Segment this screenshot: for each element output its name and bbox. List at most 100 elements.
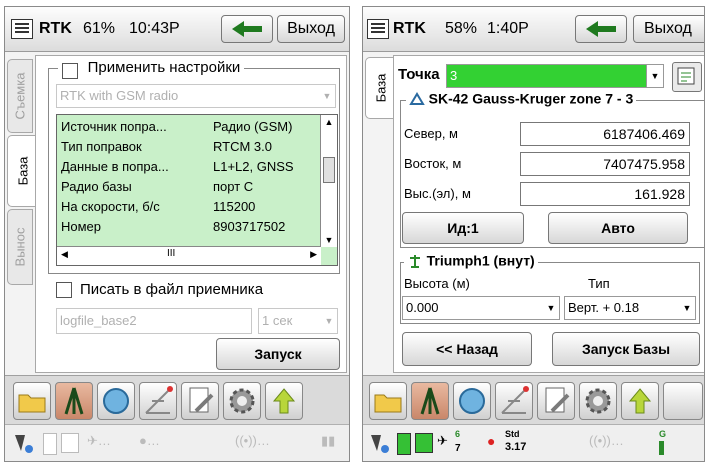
id-button[interactable]: Ид:1 xyxy=(402,212,524,244)
north-label: Север, м xyxy=(404,126,458,141)
help-icon[interactable] xyxy=(265,382,303,420)
logfile-input[interactable]: logfile_base2 xyxy=(56,308,252,334)
main-toolbar xyxy=(363,375,704,428)
edit-document-icon[interactable] xyxy=(537,382,575,420)
gear-icon[interactable] xyxy=(579,382,617,420)
satellite-icon: ✈ xyxy=(437,433,448,448)
scroll-up-icon[interactable]: ▲ xyxy=(321,115,337,129)
receiver-icon xyxy=(371,435,389,453)
scroll-thumb-grip[interactable]: III xyxy=(167,248,175,259)
menu-icon[interactable] xyxy=(11,19,33,39)
battery-icon xyxy=(397,433,411,455)
survey-icon[interactable] xyxy=(55,382,93,420)
battery-level: 61% xyxy=(83,20,116,37)
help-icon[interactable] xyxy=(621,382,659,420)
tab-base[interactable]: База xyxy=(7,135,37,207)
coordinate-system-icon xyxy=(409,91,425,105)
more-icon[interactable] xyxy=(663,382,703,420)
chevron-down-icon: ▼ xyxy=(546,303,556,313)
antenna-type-select[interactable]: Верт. + 0.18 ▼ xyxy=(564,296,696,320)
tab-base[interactable]: База xyxy=(365,57,395,119)
map-pick-icon[interactable] xyxy=(672,62,702,92)
apply-settings-row: Применить настройки xyxy=(58,59,245,81)
folder-icon[interactable] xyxy=(13,382,51,420)
status-bar: ✈ 6 7 ● Std 3.17 ((•))… G xyxy=(363,424,704,461)
start-base-button[interactable]: Запуск Базы xyxy=(552,332,700,366)
write-file-checkbox[interactable] xyxy=(56,282,72,298)
status-bar: ✈… ●… ((•))… ▮▮ xyxy=(5,424,349,461)
edit-document-icon[interactable] xyxy=(181,382,219,420)
gsm-label: G xyxy=(659,429,667,439)
interval-select[interactable]: 1 сек ▼ xyxy=(258,308,338,334)
auto-button[interactable]: Авто xyxy=(548,212,688,244)
exit-button[interactable]: Выход xyxy=(277,15,345,43)
cogo-icon[interactable] xyxy=(139,382,177,420)
right-screen: RTK 58% 1:40P Выход База Точка 3 ▼ SK-42… xyxy=(362,6,705,462)
scroll-left-icon[interactable]: ◀ xyxy=(61,249,68,260)
base-point-panel: Точка 3 ▼ SK-42 Gauss-Kruger zone 7 - 3 … xyxy=(393,55,704,373)
scroll-thumb[interactable] xyxy=(323,157,335,183)
menu-icon[interactable] xyxy=(367,19,389,39)
gear-icon[interactable] xyxy=(223,382,261,420)
antenna-type-label: Тип xyxy=(588,276,610,291)
app-title: RTK xyxy=(393,20,426,37)
scroll-down-icon[interactable]: ▼ xyxy=(321,233,337,247)
point-select[interactable]: 3 ▼ xyxy=(446,64,664,88)
point-value: 3 xyxy=(450,68,458,83)
settings-table[interactable]: Источник попра... Радио (GSM) Тип поправо… xyxy=(56,114,338,266)
folder-icon[interactable] xyxy=(369,382,407,420)
signal-icon: ▮▮ xyxy=(321,433,336,448)
antenna-title: Triumph1 (внут) xyxy=(426,252,535,269)
antenna-title-row: Triumph1 (внут) xyxy=(404,252,538,269)
sats-glonass-count: 7 xyxy=(455,443,461,454)
std-value: 3.17 xyxy=(505,441,527,453)
title-bar: RTK 58% 1:40P Выход xyxy=(363,7,704,52)
antenna-type-value: Верт. + 0.18 xyxy=(568,300,640,315)
write-file-label: Писать в файл приемника xyxy=(80,281,264,298)
globe-icon[interactable] xyxy=(97,382,135,420)
memory-icon xyxy=(61,433,79,453)
back-arrow-icon xyxy=(232,21,262,37)
tab-stakeout[interactable]: Вынос xyxy=(7,209,33,285)
memory-icon xyxy=(415,433,433,453)
receiver-icon xyxy=(15,435,33,453)
east-field[interactable]: 7407475.958 xyxy=(520,152,690,176)
chevron-down-icon: ▼ xyxy=(682,303,692,313)
survey-icon[interactable] xyxy=(411,382,449,420)
chevron-down-icon: ▼ xyxy=(646,65,663,87)
clock: 1:40P xyxy=(487,20,529,37)
battery-icon xyxy=(43,433,57,455)
horizontal-scrollbar[interactable]: ◀ III ▶ xyxy=(57,246,321,265)
globe-icon[interactable] xyxy=(453,382,491,420)
coord-system-row: SK-42 Gauss-Kruger zone 7 - 3 xyxy=(406,90,637,107)
antenna-icon xyxy=(410,254,420,268)
std-label: Std xyxy=(505,429,520,439)
back-button[interactable] xyxy=(221,15,273,43)
cogo-icon[interactable] xyxy=(495,382,533,420)
height-field[interactable]: 161.928 xyxy=(520,182,690,206)
interval-value: 1 сек xyxy=(262,313,293,328)
vertical-scrollbar[interactable]: ▲ ▼ xyxy=(320,115,337,247)
apply-settings-label: Применить настройки xyxy=(87,59,241,77)
antenna-height-value: 0.000 xyxy=(406,300,439,315)
coord-system-label: SK-42 Gauss-Kruger zone 7 - 3 xyxy=(428,90,634,107)
main-toolbar xyxy=(5,375,349,428)
scroll-right-icon[interactable]: ▶ xyxy=(310,249,317,260)
tab-survey[interactable]: Съемка xyxy=(7,59,33,133)
start-button[interactable]: Запуск xyxy=(216,338,340,370)
back-nav-button[interactable]: << Назад xyxy=(402,332,532,366)
profile-select[interactable]: RTK with GSM radio ▼ xyxy=(56,84,336,108)
antenna-height-label: Высота (м) xyxy=(404,276,470,291)
radio-icon: ((•))… xyxy=(235,433,270,448)
back-button[interactable] xyxy=(575,15,627,43)
apply-settings-checkbox[interactable] xyxy=(62,62,78,79)
height-label: Выс.(эл), м xyxy=(404,186,471,201)
east-label: Восток, м xyxy=(404,156,462,171)
radio-icon: ((•))… xyxy=(589,433,624,448)
app-title: RTK xyxy=(39,20,72,37)
solution-icon: ● xyxy=(487,433,496,449)
north-field[interactable]: 6187406.469 xyxy=(520,122,690,146)
exit-button[interactable]: Выход xyxy=(633,15,704,43)
back-arrow-icon xyxy=(586,21,616,37)
antenna-height-select[interactable]: 0.000 ▼ xyxy=(402,296,560,320)
